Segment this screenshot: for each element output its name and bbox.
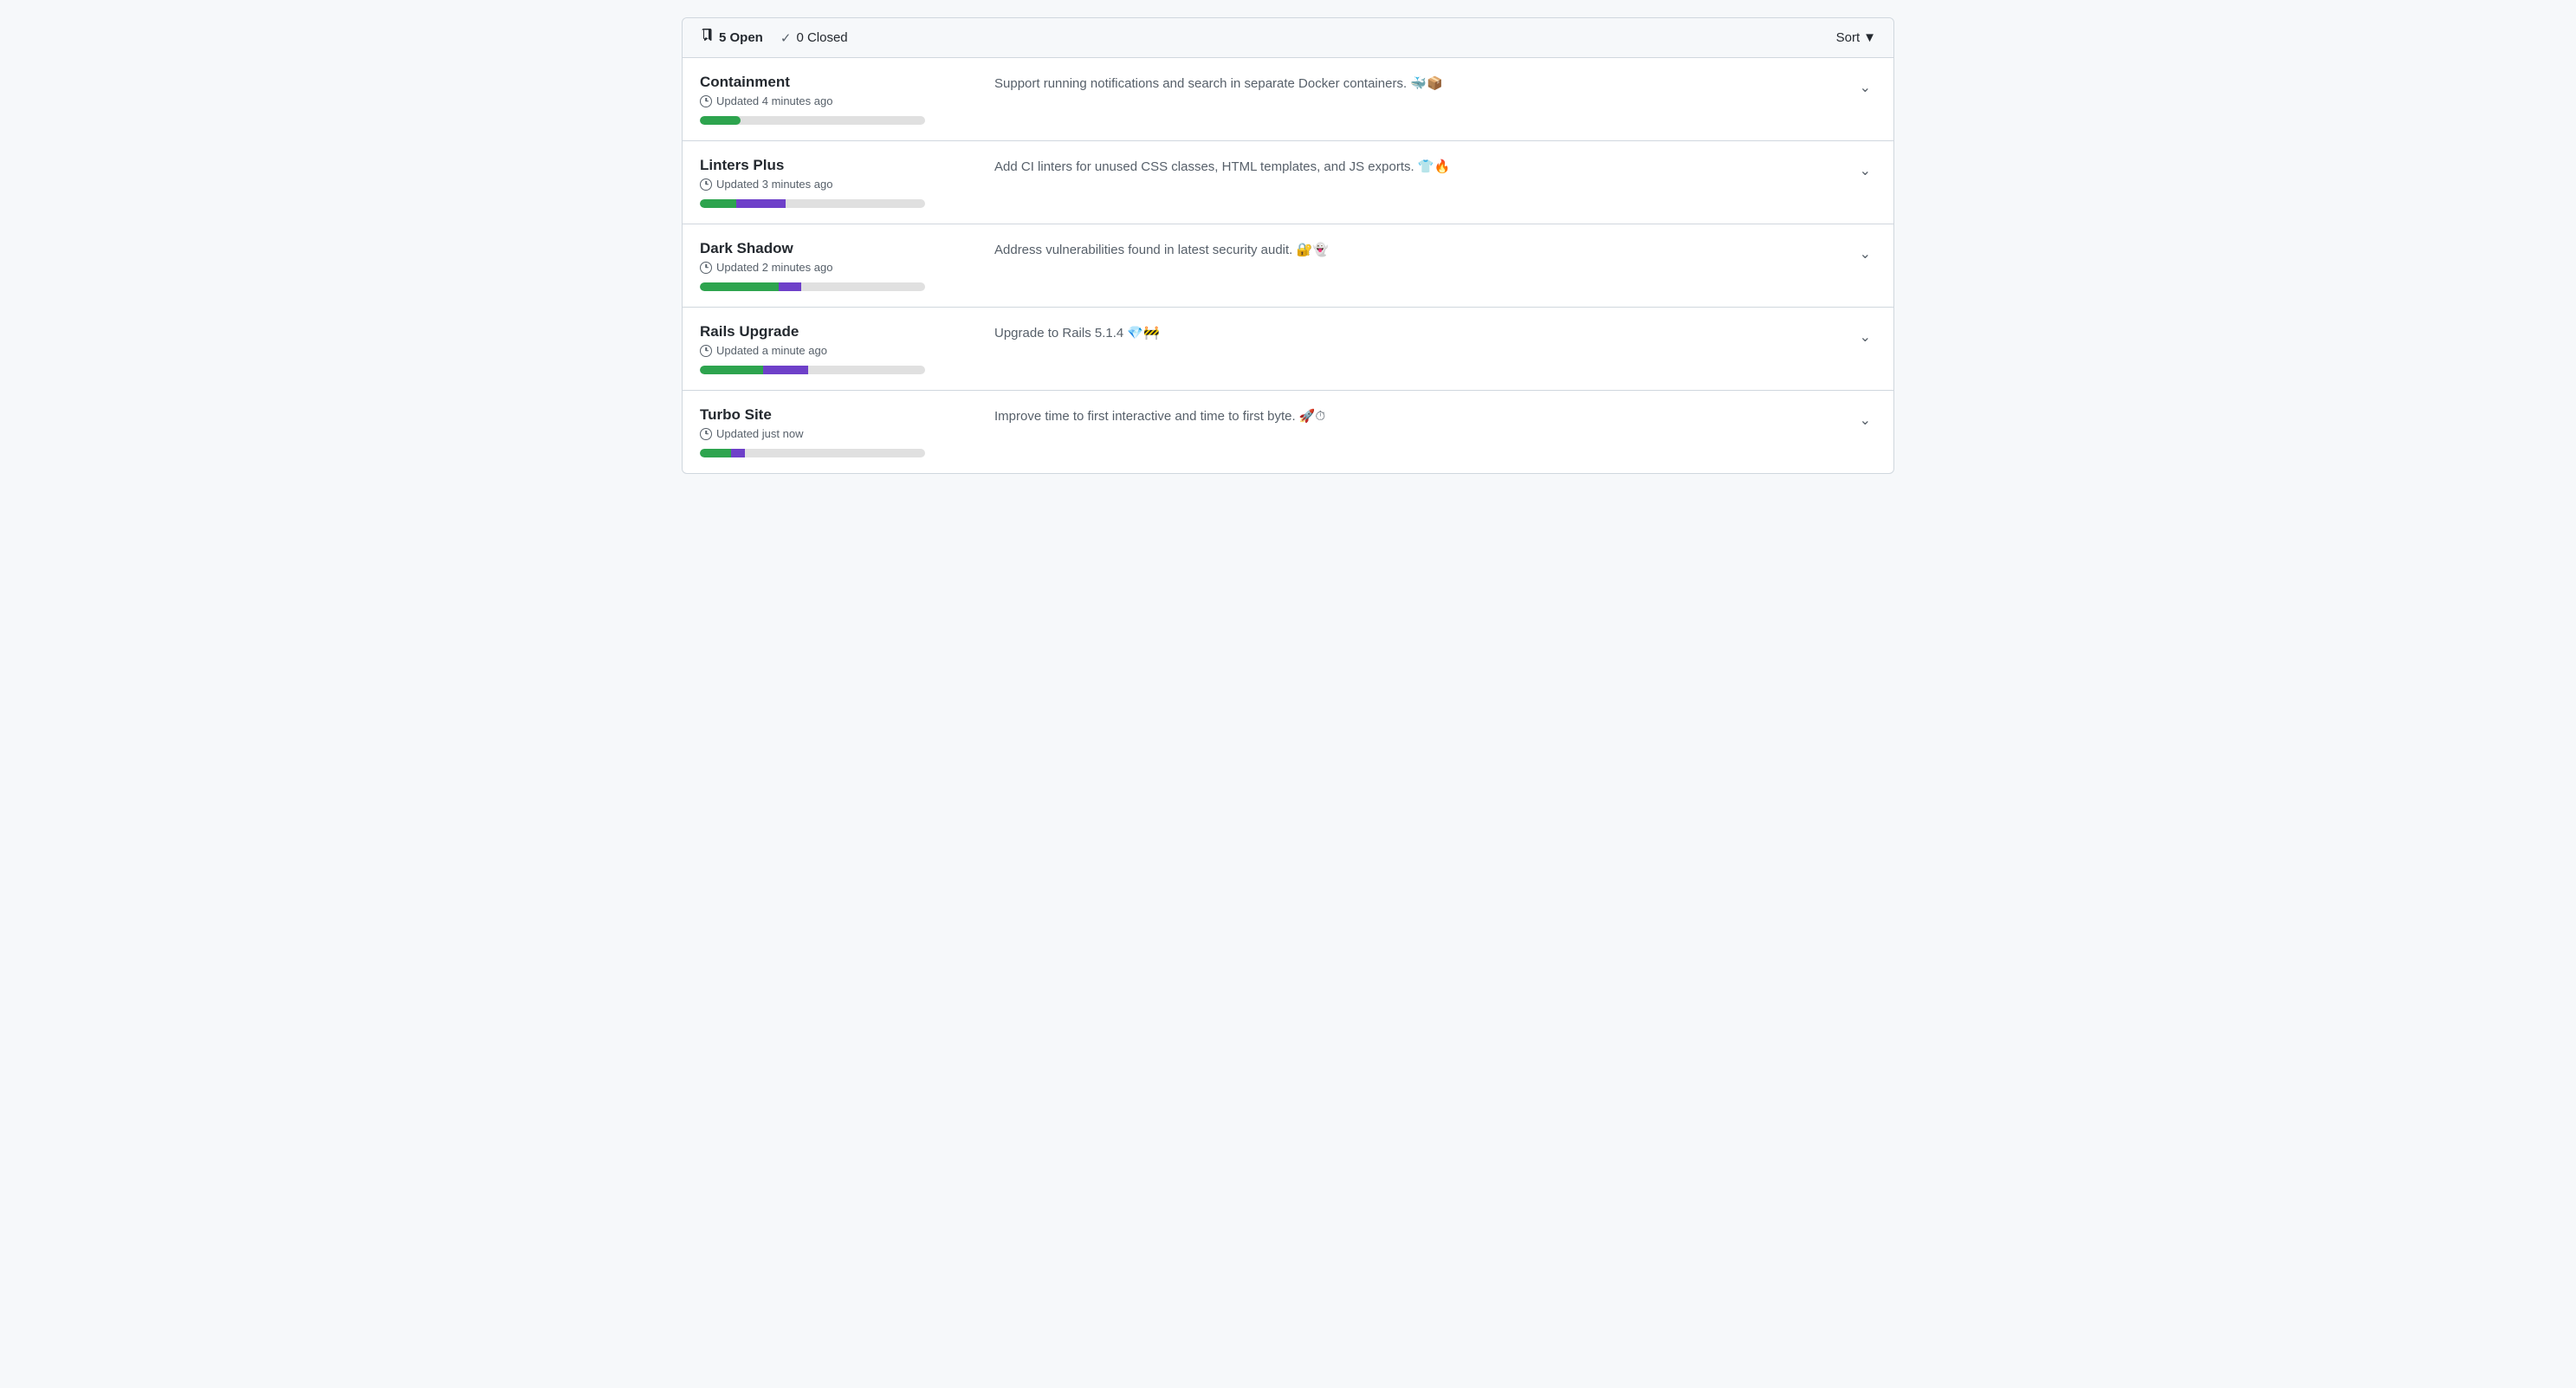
- milestone-right-0: ⌄: [1841, 74, 1876, 98]
- clock-icon-0: [700, 95, 712, 107]
- updated-text-4: Updated just now: [716, 427, 803, 440]
- milestones-container: 5 Open ✓ 0 Closed Sort ▼ Containment Upd…: [682, 17, 1894, 474]
- open-milestones-filter[interactable]: 5 Open: [700, 29, 763, 47]
- milestone-description-1: Add CI linters for unused CSS classes, H…: [977, 157, 1841, 174]
- milestone-row: Linters Plus Updated 3 minutes ago Add C…: [683, 141, 1893, 224]
- milestone-right-4: ⌄: [1841, 406, 1876, 431]
- milestone-row: Rails Upgrade Updated a minute ago Upgra…: [683, 308, 1893, 391]
- progress-purple-4: [731, 449, 745, 457]
- milestone-row: Dark Shadow Updated 2 minutes ago Addres…: [683, 224, 1893, 308]
- clock-icon-1: [700, 178, 712, 191]
- updated-text-3: Updated a minute ago: [716, 344, 827, 357]
- progress-bar-3: [700, 366, 925, 374]
- open-count-label: 5 Open: [719, 30, 763, 45]
- check-icon: ✓: [780, 30, 792, 46]
- milestone-updated-0: Updated 4 minutes ago: [700, 94, 977, 107]
- milestone-expand-button-1[interactable]: ⌄: [1854, 160, 1876, 181]
- milestone-title-0: Containment: [700, 74, 977, 91]
- progress-green-2: [700, 282, 779, 291]
- milestone-title-1: Linters Plus: [700, 157, 977, 174]
- milestones-header: 5 Open ✓ 0 Closed Sort ▼: [683, 18, 1893, 58]
- milestone-right-2: ⌄: [1841, 240, 1876, 264]
- milestone-updated-3: Updated a minute ago: [700, 344, 977, 357]
- progress-purple-3: [763, 366, 808, 374]
- milestone-left-4: Turbo Site Updated just now: [700, 406, 977, 457]
- progress-green-0: [700, 116, 741, 125]
- milestone-description-2: Address vulnerabilities found in latest …: [977, 240, 1841, 257]
- progress-purple-2: [779, 282, 801, 291]
- milestone-title-4: Turbo Site: [700, 406, 977, 424]
- sort-label: Sort: [1836, 30, 1861, 45]
- milestone-row: Turbo Site Updated just now Improve time…: [683, 391, 1893, 473]
- closed-milestones-filter[interactable]: ✓ 0 Closed: [780, 30, 848, 46]
- progress-purple-1: [736, 199, 786, 208]
- progress-green-1: [700, 199, 736, 208]
- clock-icon-2: [700, 262, 712, 274]
- milestone-left-2: Dark Shadow Updated 2 minutes ago: [700, 240, 977, 291]
- sort-chevron-icon: ▼: [1863, 30, 1876, 45]
- progress-bar-1: [700, 199, 925, 208]
- milestone-left-3: Rails Upgrade Updated a minute ago: [700, 323, 977, 374]
- milestone-expand-button-4[interactable]: ⌄: [1854, 410, 1876, 431]
- clock-icon-3: [700, 345, 712, 357]
- clock-icon-4: [700, 428, 712, 440]
- milestone-updated-1: Updated 3 minutes ago: [700, 178, 977, 191]
- milestone-left-0: Containment Updated 4 minutes ago: [700, 74, 977, 125]
- milestone-right-3: ⌄: [1841, 323, 1876, 347]
- milestone-description-3: Upgrade to Rails 5.1.4 💎🚧: [977, 323, 1841, 341]
- milestone-left-1: Linters Plus Updated 3 minutes ago: [700, 157, 977, 208]
- updated-text-2: Updated 2 minutes ago: [716, 261, 832, 274]
- milestone-expand-button-3[interactable]: ⌄: [1854, 327, 1876, 347]
- progress-bar-4: [700, 449, 925, 457]
- milestone-expand-button-0[interactable]: ⌄: [1854, 77, 1876, 98]
- milestones-list: Containment Updated 4 minutes ago Suppor…: [683, 58, 1893, 473]
- milestone-right-1: ⌄: [1841, 157, 1876, 181]
- milestone-title-3: Rails Upgrade: [700, 323, 977, 341]
- progress-green-3: [700, 366, 763, 374]
- sort-button[interactable]: Sort ▼: [1836, 30, 1876, 45]
- updated-text-0: Updated 4 minutes ago: [716, 94, 832, 107]
- progress-bar-0: [700, 116, 925, 125]
- milestone-updated-4: Updated just now: [700, 427, 977, 440]
- milestone-title-2: Dark Shadow: [700, 240, 977, 257]
- updated-text-1: Updated 3 minutes ago: [716, 178, 832, 191]
- progress-bar-2: [700, 282, 925, 291]
- header-left: 5 Open ✓ 0 Closed: [700, 29, 848, 47]
- milestone-description-0: Support running notifications and search…: [977, 74, 1841, 91]
- milestone-row: Containment Updated 4 minutes ago Suppor…: [683, 58, 1893, 141]
- progress-green-4: [700, 449, 731, 457]
- milestone-updated-2: Updated 2 minutes ago: [700, 261, 977, 274]
- milestone-description-4: Improve time to first interactive and ti…: [977, 406, 1841, 424]
- milestone-expand-button-2[interactable]: ⌄: [1854, 243, 1876, 264]
- closed-count-label: 0 Closed: [796, 30, 847, 45]
- milestone-icon: [700, 29, 714, 47]
